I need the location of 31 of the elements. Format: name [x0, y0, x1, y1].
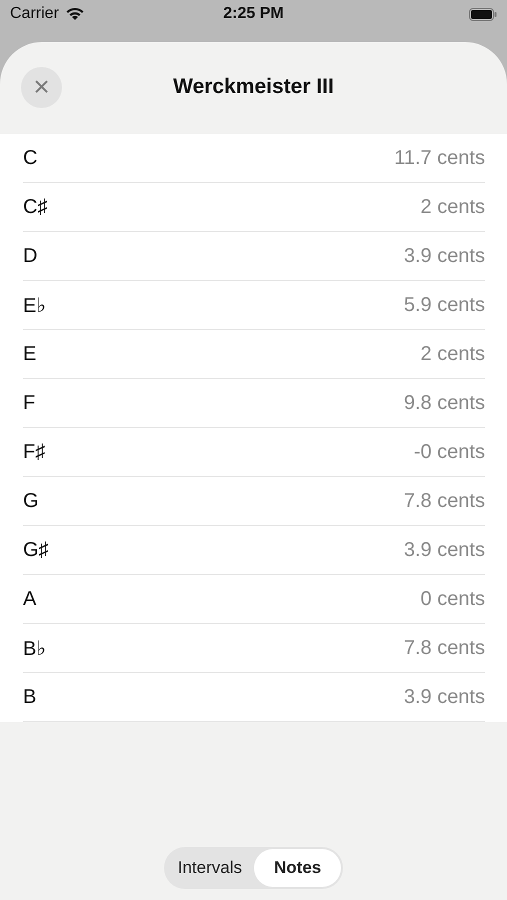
- sheet-title: Werckmeister III: [173, 75, 334, 99]
- note-name: D: [23, 244, 38, 268]
- note-name: B♭: [23, 636, 46, 660]
- note-name: F: [23, 392, 36, 414]
- note-name: F♯: [23, 440, 46, 464]
- note-name: C: [23, 146, 38, 170]
- segment-tab[interactable]: Intervals: [166, 849, 254, 887]
- wifi-icon: [64, 7, 85, 21]
- status-time: 2:25 PM: [223, 5, 284, 23]
- note-name: C♯: [23, 196, 48, 218]
- note-name: G: [23, 490, 39, 512]
- note-offset: -0 cents: [414, 440, 485, 464]
- note-name: E♭: [23, 294, 46, 318]
- note-name: E: [23, 342, 36, 366]
- note-name: A: [23, 588, 36, 610]
- note-name: G♯: [23, 538, 49, 562]
- note-offset: 5.9 cents: [404, 294, 485, 316]
- carrier-label: Carrier: [10, 5, 59, 23]
- note-offset: 3.9 cents: [404, 686, 485, 708]
- note-offset: 3.9 cents: [404, 244, 485, 268]
- note-offset: 2 cents: [420, 196, 485, 218]
- note-offset: 2 cents: [420, 342, 485, 366]
- battery-icon: [469, 8, 497, 21]
- note-offset: 9.8 cents: [404, 392, 485, 414]
- note-offset: 3.9 cents: [404, 538, 485, 562]
- note-name: B: [23, 686, 36, 708]
- segment-tab[interactable]: Notes: [254, 849, 342, 887]
- note-offset: 0 cents: [420, 588, 485, 610]
- note-offset: 7.8 cents: [404, 636, 485, 660]
- note-offset: 7.8 cents: [404, 490, 485, 512]
- note-offset: 11.7 cents: [394, 146, 485, 170]
